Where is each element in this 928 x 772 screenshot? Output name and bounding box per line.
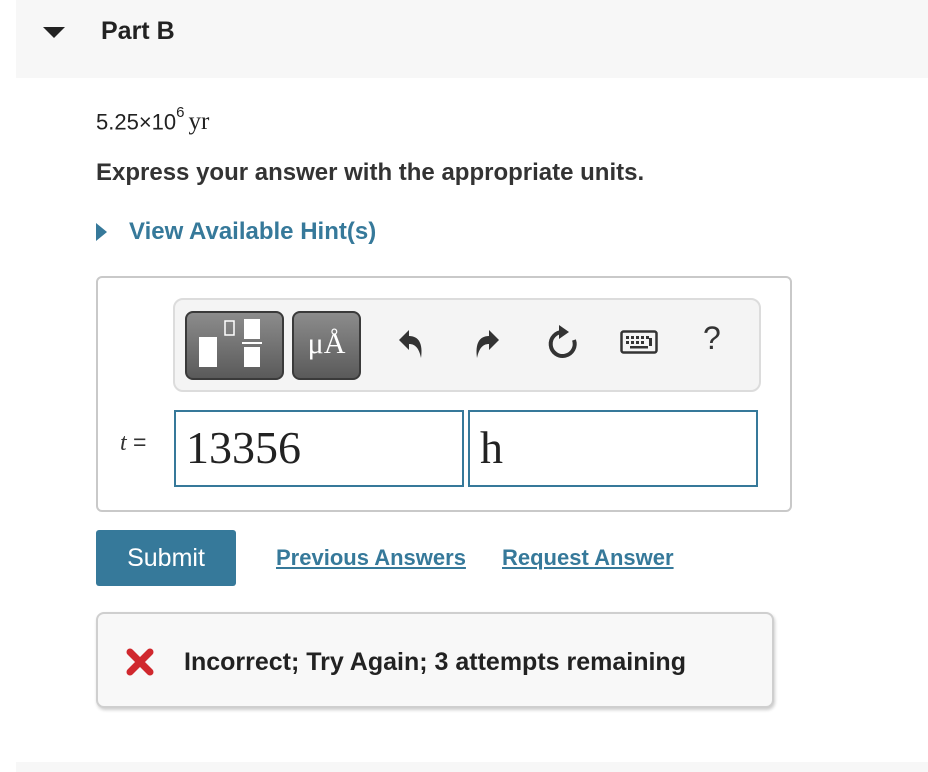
units-button[interactable]: μÅ (292, 311, 361, 380)
view-hints-toggle[interactable]: View Available Hint(s) (96, 218, 376, 246)
value-input[interactable]: 13356 (174, 410, 464, 487)
variable-symbol: t (120, 430, 127, 456)
previous-answers-link[interactable]: Previous Answers (276, 545, 466, 571)
keyboard-icon[interactable] (620, 330, 658, 356)
x-icon (126, 648, 154, 676)
next-part-header (16, 762, 928, 772)
given-mantissa: 5.25×10 (96, 109, 177, 135)
help-button[interactable]: ? (703, 320, 721, 357)
submit-button[interactable]: Submit (96, 530, 236, 586)
part-title: Part B (101, 17, 175, 45)
redo-icon[interactable] (473, 328, 501, 362)
view-hints-label[interactable]: View Available Hint(s) (129, 218, 376, 246)
math-toolbar: μÅ ? (173, 298, 761, 392)
equals-sign: = (126, 429, 147, 455)
variable-label: t = (120, 429, 147, 457)
reset-icon[interactable] (547, 324, 579, 360)
feedback-message-box: Incorrect; Try Again; 3 attempts remaini… (96, 612, 774, 708)
units-glyph: μÅ (307, 327, 346, 360)
templates-button[interactable] (185, 311, 284, 380)
request-answer-link[interactable]: Request Answer (502, 545, 674, 571)
answer-box: μÅ ? t = 13356 h (96, 276, 792, 512)
undo-icon[interactable] (397, 328, 425, 362)
given-value: 5.25×106 yr (96, 104, 210, 136)
given-exponent: 6 (176, 104, 185, 121)
unit-input[interactable]: h (468, 410, 758, 487)
feedback-text: Incorrect; Try Again; 3 attempts remaini… (184, 648, 686, 676)
instruction-text: Express your answer with the appropriate… (96, 159, 645, 186)
templates-icon (199, 319, 262, 367)
given-unit: yr (188, 108, 210, 136)
collapse-caret-icon[interactable] (43, 27, 65, 38)
expand-caret-icon (96, 223, 107, 241)
